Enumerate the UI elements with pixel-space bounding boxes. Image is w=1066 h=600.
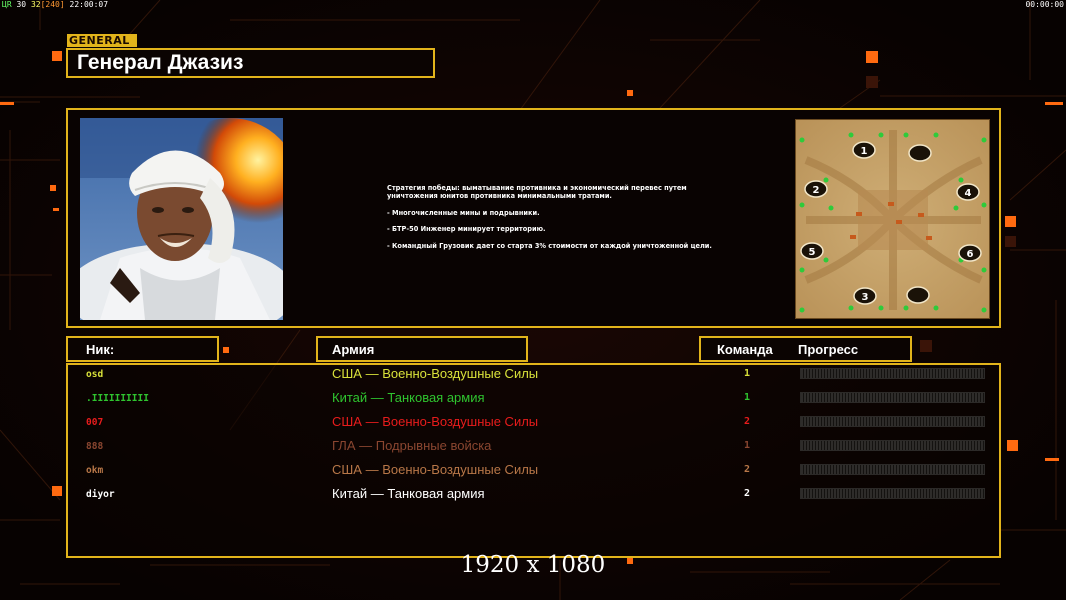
column-header-nick: Ник: <box>66 336 219 362</box>
player-army: США — Военно-Воздушные Силы <box>332 462 539 477</box>
player-progress-bar <box>800 392 985 403</box>
start-position-5: 5 <box>809 247 816 258</box>
player-team: 1 <box>744 440 751 451</box>
description-line: Стратегия победы: выматывание противника… <box>387 184 687 192</box>
player-team: 2 <box>744 464 751 475</box>
player-progress-bar <box>800 464 985 475</box>
player-row: okm США — Военно-Воздушные Силы 2 <box>0 461 1066 483</box>
start-position-1: 1 <box>861 146 868 157</box>
resolution-label: 1920 x 1080 <box>460 552 606 578</box>
general-title-box: Генерал Джазиз <box>66 48 435 78</box>
column-header-team-progress: Команда Прогресс <box>699 336 912 362</box>
start-position-4: 4 <box>965 188 972 199</box>
general-name: Генерал Джазиз <box>77 51 244 74</box>
description-line: - БТР-50 Инженер минирует территорию. <box>387 225 546 234</box>
player-nick: diyor <box>86 489 115 500</box>
player-nick: 888 <box>86 441 104 452</box>
player-row: 888 ГЛА — Подрывные войска 1 <box>0 437 1066 459</box>
fps-counter: ЦR 30 32[240] 22:00:07 <box>2 0 108 9</box>
fps-label: ЦR <box>2 0 12 9</box>
column-header-nick-label: Ник: <box>86 342 115 357</box>
fps-value: 30 <box>16 0 27 9</box>
player-nick: 007 <box>86 417 104 428</box>
player-progress-bar <box>800 488 985 499</box>
player-army: Китай — Танковая армия <box>332 390 485 405</box>
general-description: Стратегия победы: выматывание противника… <box>387 184 727 250</box>
player-row: diyor Китай — Танковая армия 2 <box>0 485 1066 507</box>
player-row: 007 США — Военно-Воздушные Силы 2 <box>0 413 1066 435</box>
column-header-army: Армия <box>316 336 528 362</box>
player-row: .IIIIIIIIII Китай — Танковая армия 1 <box>0 389 1066 411</box>
player-team: 2 <box>744 416 751 427</box>
general-tag: GENERAL <box>67 34 137 47</box>
player-nick: .IIIIIIIIII <box>86 393 149 404</box>
column-header-team-label: Команда <box>717 342 773 357</box>
start-position-2: 2 <box>813 185 820 196</box>
match-timer: 00:00:00 <box>1025 0 1064 9</box>
player-team: 1 <box>744 392 751 403</box>
player-army: ГЛА — Подрывные войска <box>332 438 492 453</box>
column-header-army-label: Армия <box>332 342 375 357</box>
fps-extra: [240] <box>40 0 65 9</box>
player-army: США — Военно-Воздушные Силы <box>332 414 539 429</box>
player-row: osd США — Военно-Воздушные Силы 1 <box>0 365 1066 387</box>
description-line: - Многочисленные мины и подрывники. <box>387 208 540 217</box>
column-header-progress-label: Прогресс <box>798 342 859 357</box>
general-portrait <box>80 118 283 320</box>
game-time: 22:00:07 <box>69 0 109 9</box>
player-progress-bar <box>800 368 985 379</box>
player-nick: okm <box>86 465 104 476</box>
player-nick: osd <box>86 369 104 380</box>
player-team: 1 <box>744 368 751 379</box>
player-army: США — Военно-Воздушные Силы <box>332 366 539 381</box>
description-line: - Командный Грузовик дает со старта 3% с… <box>387 241 712 250</box>
map-preview: 1 2 3 4 5 6 <box>795 119 990 319</box>
start-position-6: 6 <box>967 249 974 260</box>
fps-cap: 32 <box>30 0 41 9</box>
player-army: Китай — Танковая армия <box>332 486 485 501</box>
start-position-3: 3 <box>862 292 869 303</box>
description-line: уничтожения юнитов противника минимальны… <box>387 192 612 201</box>
player-progress-bar <box>800 416 985 427</box>
player-progress-bar <box>800 440 985 451</box>
player-team: 2 <box>744 488 751 499</box>
